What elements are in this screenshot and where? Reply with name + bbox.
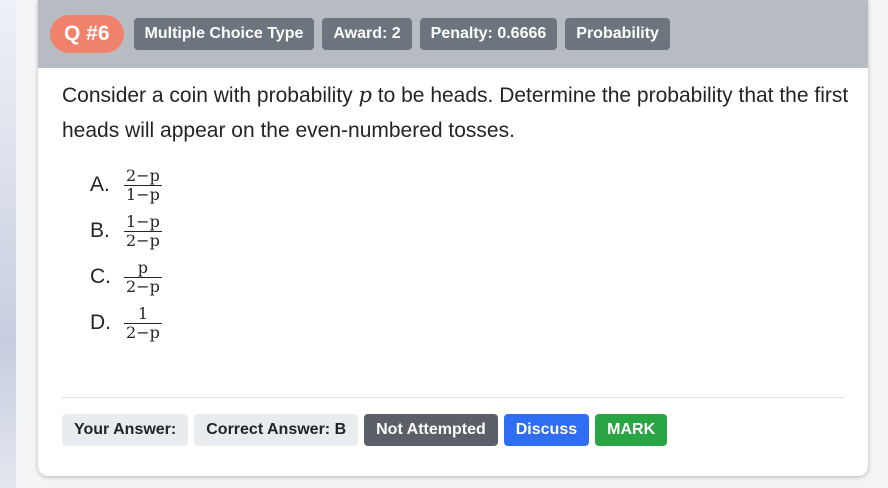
option-b: B. 1−p 2−p	[90, 208, 162, 254]
option-d: D. 1 2−p	[90, 300, 162, 346]
page-background	[0, 0, 16, 488]
option-d-fraction: 1 2−p	[124, 303, 162, 342]
option-c-denominator: 2−p	[124, 276, 162, 296]
penalty-tag: Penalty: 0.6666	[419, 18, 558, 50]
option-c-fraction: p 2−p	[124, 257, 162, 296]
option-a-fraction: 2−p 1−p	[124, 165, 162, 204]
option-b-numerator: 1−p	[126, 211, 160, 231]
option-d-label: D.	[90, 311, 111, 334]
discuss-button[interactable]: Discuss	[503, 414, 590, 446]
option-a-denominator: 1−p	[124, 184, 162, 204]
your-answer-label: Your Answer:	[62, 414, 189, 446]
question-text: Consider a coin with probability p to be…	[62, 78, 852, 148]
option-a-label: A.	[90, 173, 110, 196]
option-c-numerator: p	[137, 257, 149, 277]
option-d-numerator: 1	[137, 303, 148, 323]
option-a-numerator: 2−p	[126, 165, 160, 185]
option-b-denominator: 2−p	[124, 230, 162, 250]
question-text-part1: Consider a coin with probability	[62, 84, 359, 107]
mark-button[interactable]: MARK	[595, 414, 668, 446]
question-number-badge: Q #6	[50, 15, 124, 53]
answer-footer: Your Answer: Correct Answer: B Not Attem…	[62, 414, 668, 446]
option-a: A. 2−p 1−p	[90, 162, 162, 208]
question-card: Q #6 Multiple Choice Type Award: 2 Penal…	[38, 0, 868, 476]
question-variable: p	[358, 83, 372, 107]
correct-answer-label: Correct Answer: B	[194, 414, 359, 446]
question-type-tag: Multiple Choice Type	[133, 18, 315, 50]
award-tag: Award: 2	[322, 18, 412, 50]
option-c-label: C.	[90, 265, 111, 288]
question-header: Q #6 Multiple Choice Type Award: 2 Penal…	[38, 0, 868, 68]
footer-divider	[62, 397, 844, 398]
option-c: C. p 2−p	[90, 254, 162, 300]
option-b-fraction: 1−p 2−p	[124, 211, 162, 250]
answer-options: A. 2−p 1−p B. 1−p 2−p C. p 2−p D. 1 2−p	[90, 162, 162, 346]
status-badge: Not Attempted	[364, 414, 498, 446]
topic-tag[interactable]: Probability	[565, 18, 670, 50]
option-d-denominator: 2−p	[124, 322, 162, 342]
option-b-label: B.	[90, 219, 110, 242]
